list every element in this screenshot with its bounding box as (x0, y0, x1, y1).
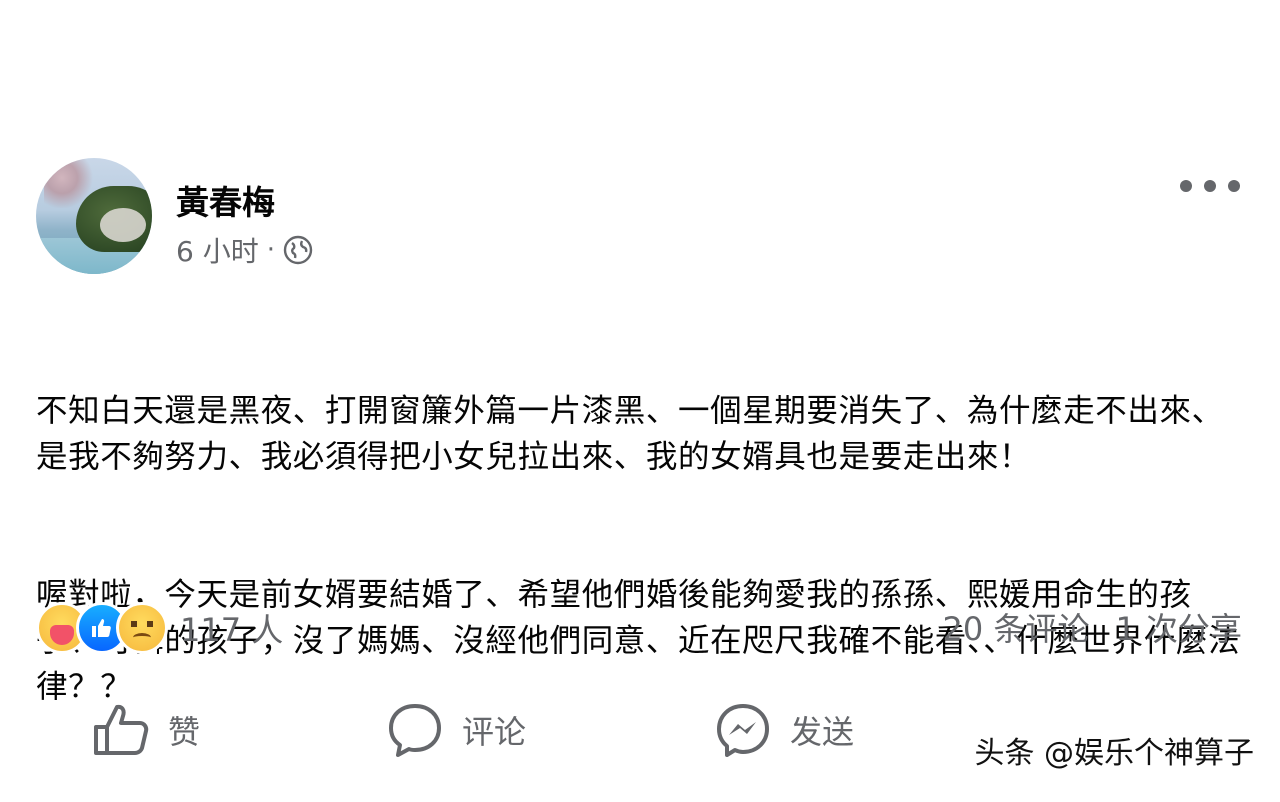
post-meta: 6 小时 · (176, 230, 313, 270)
reactions-summary[interactable]: 117 人 (36, 600, 283, 656)
thumbs-up-icon (94, 704, 149, 755)
author-name[interactable]: 黃春梅 (176, 176, 275, 224)
comment-count[interactable]: 20 条评论 (943, 604, 1090, 650)
sad-reaction-icon (116, 602, 168, 654)
comment-button[interactable]: 评论 (386, 690, 526, 770)
reaction-count[interactable]: 117 人 (180, 605, 283, 651)
meta-separator: · (266, 235, 275, 265)
post-paragraph: 不知白天還是黑夜、打開窗簾外篇一片漆黑、一個星期要消失了、為什麼走不出來、是我不… (36, 393, 1224, 475)
watermark: 头条 @娱乐个神算子 (968, 726, 1260, 774)
globe-icon (283, 235, 313, 265)
more-dot-icon (1228, 180, 1240, 192)
like-label: 赞 (168, 713, 201, 751)
send-label: 发送 (790, 713, 855, 751)
more-options-button[interactable] (1180, 170, 1240, 202)
messenger-icon (717, 704, 769, 757)
share-count[interactable]: 1 次分享 (1115, 604, 1242, 650)
like-button[interactable]: 赞 (92, 690, 200, 770)
more-dot-icon (1180, 180, 1192, 192)
post-time[interactable]: 6 小时 (176, 230, 259, 270)
comment-bubble-icon (389, 704, 441, 757)
send-button[interactable]: 发送 (714, 690, 854, 770)
avatar[interactable] (36, 158, 152, 274)
comment-label: 评论 (462, 713, 527, 751)
more-dot-icon (1204, 180, 1216, 192)
engagement-stats: 20 条评论 1 次分享 (943, 604, 1242, 650)
